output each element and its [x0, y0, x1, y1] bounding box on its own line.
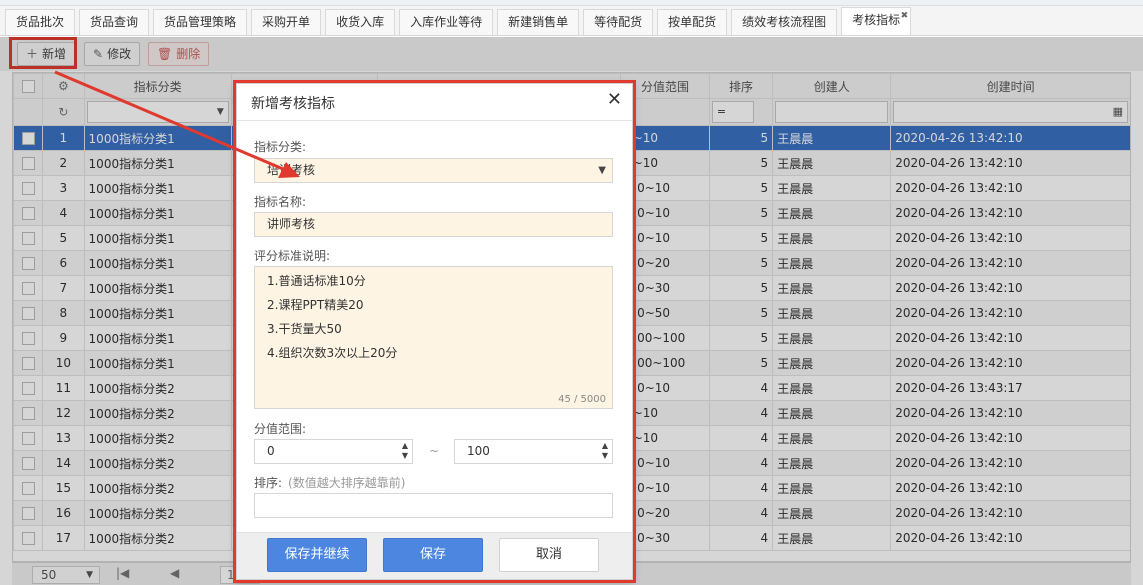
arrow-head	[278, 162, 300, 178]
arrow-line	[54, 70, 291, 174]
annotation-arrow	[54, 70, 300, 178]
